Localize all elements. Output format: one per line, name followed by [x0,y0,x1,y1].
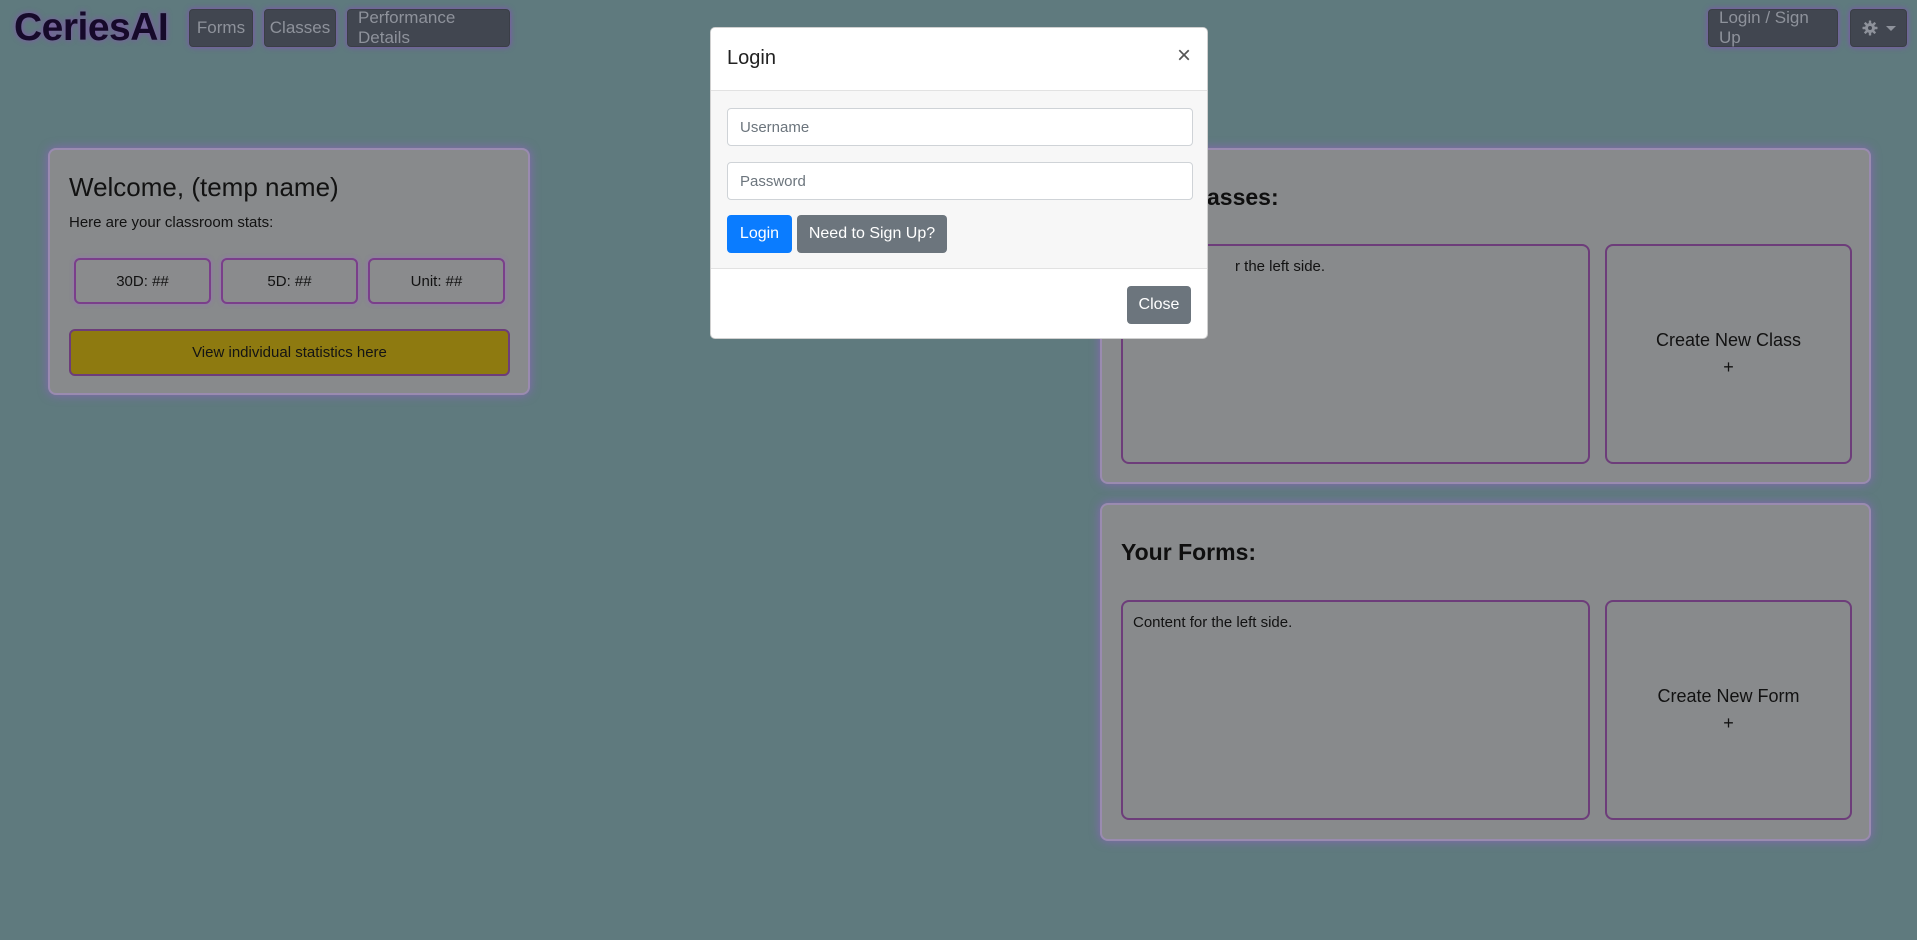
classes-card: asses: r the left side. Create New Class… [1100,148,1871,484]
forms-section-title: Your Forms: [1121,539,1257,565]
classes-content-text: r the left side. [1235,258,1326,275]
modal-title: Login [727,47,776,69]
username-input[interactable] [727,108,1193,146]
chevron-down-icon [1885,25,1896,31]
nav-forms-button[interactable]: Forms [189,9,253,47]
login-modal: Login × Login Need to Sign Up? Close [710,27,1208,339]
close-icon[interactable]: × [1177,44,1191,68]
plus-icon: + [1723,357,1734,377]
settings-dropdown-button[interactable] [1850,9,1907,47]
forms-card: Your Forms: Content for the left side. C… [1100,503,1871,841]
brand-logo[interactable]: CeriesAI [14,6,169,50]
forms-content-text: Content for the left side. [1133,614,1293,631]
need-to-sign-up-button[interactable]: Need to Sign Up? [797,215,947,253]
login-signup-button[interactable]: Login / Sign Up [1708,8,1838,47]
view-individual-statistics-button[interactable]: View individual statistics here [69,329,510,376]
nav-classes-button[interactable]: Classes [264,9,336,47]
password-input[interactable] [727,162,1193,200]
create-new-class-button[interactable]: Create New Class + [1605,244,1852,464]
gear-icon [1862,20,1877,36]
stat-unit: Unit: ## [368,258,505,304]
welcome-subtitle: Here are your classroom stats: [69,214,274,231]
create-class-label: Create New Class [1655,330,1802,350]
modal-body: Login Need to Sign Up? [711,91,1207,269]
modal-header: Login × [711,28,1207,91]
stat-30d: 30D: ## [74,258,211,304]
classes-section-title: asses: [1207,184,1279,210]
create-form-label: Create New Form [1657,686,1800,706]
forms-content-box: Content for the left side. [1121,600,1590,820]
nav-performance-button[interactable]: Performance Details [347,8,510,47]
welcome-card: Welcome, (temp name) Here are your class… [48,148,530,395]
plus-icon: + [1723,713,1734,733]
create-new-form-button[interactable]: Create New Form + [1605,600,1852,820]
welcome-title: Welcome, (temp name) [69,172,339,202]
close-button[interactable]: Close [1127,286,1191,324]
stat-5d: 5D: ## [221,258,358,304]
login-button[interactable]: Login [727,215,792,253]
